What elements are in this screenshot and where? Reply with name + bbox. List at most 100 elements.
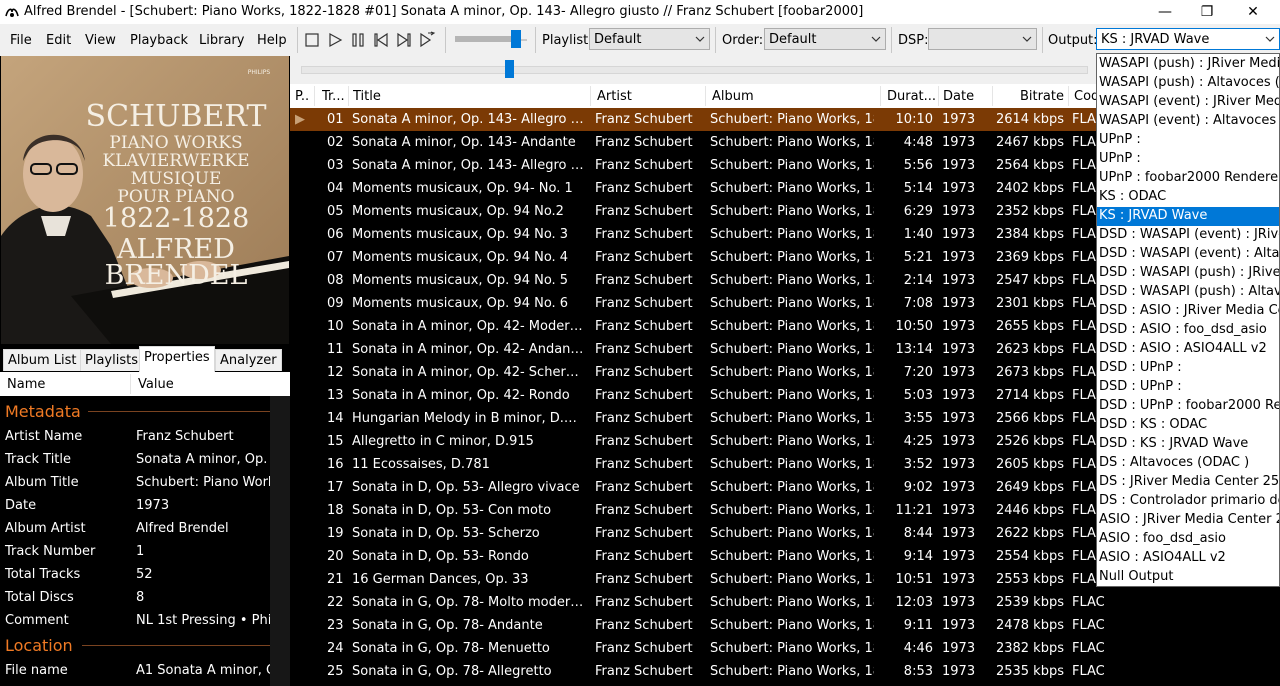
tab-properties[interactable]: Properties [139, 346, 215, 372]
output-select[interactable]: KS : JRVAD Wave [1096, 28, 1280, 50]
column-duration[interactable]: Durat... [887, 89, 937, 104]
output-option[interactable]: DS : JRiver Media Center 25 (JRVAD Wave) [1097, 473, 1279, 492]
volume-slider-thumb[interactable] [511, 30, 521, 48]
maximize-button[interactable]: ❐ [1184, 0, 1230, 24]
output-option[interactable]: UPnP : foobar2000 Renderer [1097, 169, 1279, 188]
output-option-label: WASAPI (push) : JRiver Media Center 25 [1099, 56, 1279, 71]
column-album[interactable]: Album [712, 89, 872, 104]
track-duration: 11:21 [895, 503, 933, 518]
menu-view[interactable]: View [85, 33, 116, 48]
properties-value-column[interactable]: Value [138, 377, 174, 392]
column-title[interactable]: Title [353, 89, 583, 104]
track-row[interactable]: 24 Sonata in G, Op. 78- Menuetto Franz Sch… [290, 637, 1280, 660]
menu-file[interactable]: File [10, 33, 32, 48]
output-option[interactable]: DSD : WASAPI (push) : Altavoces (ODAC ) [1097, 283, 1279, 302]
output-option[interactable]: DSD : WASAPI (push) : JRiver Media Cente… [1097, 264, 1279, 283]
output-option[interactable]: DSD : KS : JRVAD Wave [1097, 435, 1279, 454]
track-date: 1973 [942, 480, 976, 495]
track-title: Sonata in D, Op. 53- Allegro vivace [352, 480, 580, 495]
output-option[interactable]: WASAPI (event) : Altavoces (ODAC ) [1097, 112, 1279, 131]
column-date[interactable]: Date [943, 89, 988, 104]
output-option[interactable]: ASIO : ASIO4ALL v2 [1097, 549, 1279, 568]
track-date: 1973 [942, 250, 976, 265]
toolbar-separator [715, 27, 716, 53]
output-option[interactable]: WASAPI (event) : JRiver Media Center 25 [1097, 93, 1279, 112]
output-option[interactable]: ASIO : foo_dsd_asio [1097, 530, 1279, 549]
seekbar-thumb[interactable] [505, 60, 514, 78]
menu-library[interactable]: Library [199, 33, 244, 48]
toolbar-separator [1042, 27, 1043, 53]
output-option[interactable]: KS : JRVAD Wave [1097, 207, 1279, 226]
track-title: Moments musicaux, Op. 94 No. 4 [352, 250, 569, 265]
output-option[interactable]: DSD : ASIO : foo_dsd_asio [1097, 321, 1279, 340]
pause-icon[interactable] [349, 31, 367, 49]
output-option[interactable]: DS : Altavoces (ODAC ) [1097, 454, 1279, 473]
properties-name-column[interactable]: Name [7, 377, 45, 392]
next-icon[interactable] [395, 31, 413, 49]
track-date: 1973 [942, 135, 976, 150]
track-row[interactable]: 22 Sonata in G, Op. 78- Molto moderato e … [290, 591, 1280, 614]
metadata-section-title: Metadata [5, 402, 81, 421]
property-value: NL 1st Pressing • Phili [136, 613, 270, 628]
dsp-select[interactable] [928, 28, 1037, 50]
output-option[interactable]: KS : ODAC [1097, 188, 1279, 207]
previous-icon[interactable] [372, 31, 390, 49]
output-option-label: ASIO : JRiver Media Center 25 [1099, 512, 1279, 527]
track-number: 11 [327, 342, 344, 357]
output-option[interactable]: DSD : UPnP : [1097, 359, 1279, 378]
output-option[interactable]: ASIO : JRiver Media Center 25 [1097, 511, 1279, 530]
tab-analyzer[interactable]: Analyzer [215, 349, 282, 371]
column-separator [992, 86, 993, 106]
order-select[interactable]: Default [764, 28, 886, 50]
property-value: 1 [136, 544, 145, 559]
output-option[interactable]: DSD : WASAPI (event) : Altavoces (ODAC ) [1097, 245, 1279, 264]
tab-album-list[interactable]: Album List [3, 349, 82, 371]
output-option-label: KS : ODAC [1099, 189, 1167, 204]
output-option[interactable]: WASAPI (push) : Altavoces (ODAC ) [1097, 74, 1279, 93]
seekbar-track[interactable] [301, 66, 1088, 74]
menu-playback[interactable]: Playback [130, 33, 188, 48]
output-option[interactable]: UPnP : [1097, 150, 1279, 169]
track-number: 02 [327, 135, 344, 150]
output-option[interactable]: DSD : UPnP : foobar2000 Renderer [1097, 397, 1279, 416]
track-date: 1973 [942, 365, 976, 380]
minimize-button[interactable]: — [1142, 0, 1188, 24]
output-option[interactable]: DSD : KS : ODAC [1097, 416, 1279, 435]
close-button[interactable]: ✕ [1230, 0, 1276, 24]
column-artist[interactable]: Artist [597, 89, 697, 104]
output-option[interactable]: DSD : ASIO : JRiver Media Center 25 [1097, 302, 1279, 321]
track-bitrate: 2369 kbps [995, 250, 1064, 265]
output-option[interactable]: UPnP : [1097, 131, 1279, 150]
track-duration: 8:53 [903, 664, 933, 679]
menu-edit[interactable]: Edit [46, 33, 71, 48]
track-title: Sonata in A minor, Op. 42- Scherzo - All… [352, 365, 584, 380]
properties-scrollbar[interactable] [270, 396, 290, 686]
column-bitrate[interactable]: Bitrate [998, 89, 1064, 104]
output-option[interactable]: DS : Controlador primario de sonido [1097, 492, 1279, 511]
track-number: 15 [327, 434, 344, 449]
menu-help[interactable]: Help [257, 33, 287, 48]
random-icon[interactable] [418, 31, 436, 49]
output-option[interactable]: WASAPI (push) : JRiver Media Center 25 [1097, 55, 1279, 74]
output-option[interactable]: DSD : UPnP : [1097, 378, 1279, 397]
tab-playlists[interactable]: Playlists [80, 349, 143, 371]
output-option[interactable]: Null Output [1097, 568, 1279, 586]
playlist-select[interactable]: Default [589, 28, 710, 50]
album-art-years: 1822-1828 [103, 203, 250, 234]
track-duration: 9:02 [903, 480, 933, 495]
track-number: 04 [327, 181, 344, 196]
output-option[interactable]: DSD : ASIO : ASIO4ALL v2 [1097, 340, 1279, 359]
track-title: Sonata in D, Op. 53- Con moto [352, 503, 552, 518]
track-artist: Franz Schubert [595, 135, 693, 150]
column-track[interactable]: Tr... [322, 89, 348, 104]
track-number: 19 [327, 526, 344, 541]
track-row[interactable]: 23 Sonata in G, Op. 78- Andante Franz Schu… [290, 614, 1280, 637]
track-album: Schubert: Piano Works, 1822-1828 [710, 641, 874, 656]
output-option[interactable]: DSD : WASAPI (event) : JRiver Media Cent… [1097, 226, 1279, 245]
track-artist: Franz Schubert [595, 227, 693, 242]
output-option-label: Null Output [1099, 569, 1174, 584]
stop-icon[interactable] [303, 31, 321, 49]
play-icon[interactable] [326, 31, 344, 49]
track-row[interactable]: 25 Sonata in G, Op. 78- Allegretto Franz S… [290, 660, 1280, 683]
column-playing[interactable]: P.. [295, 89, 313, 104]
